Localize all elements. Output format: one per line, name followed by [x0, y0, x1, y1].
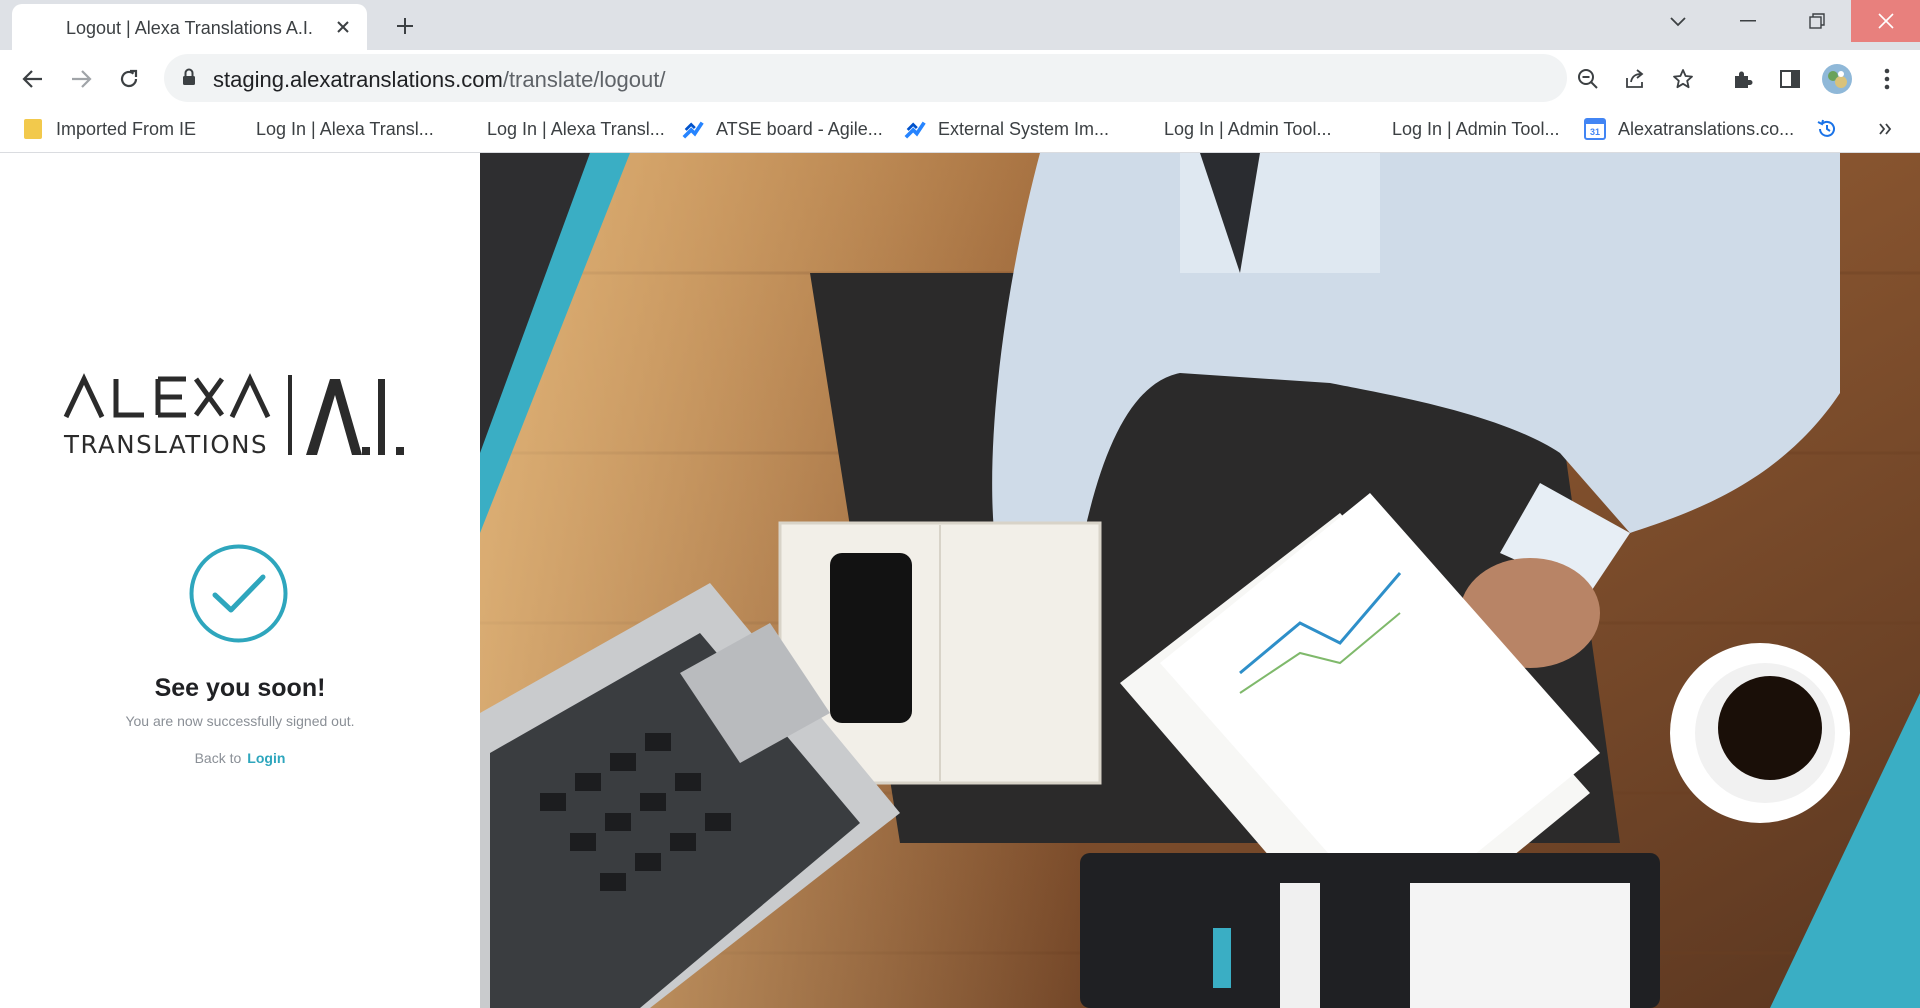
login-link[interactable]: Login — [247, 750, 285, 766]
back-to-login-line: Back to Login — [0, 750, 480, 766]
extensions-icon[interactable] — [1726, 62, 1760, 96]
bookmark-label: Log In | Alexa Transl... — [256, 118, 434, 139]
logout-heading: See you soon! — [154, 674, 326, 702]
bookmark-imported-from-ie[interactable]: Imported From IE — [22, 114, 196, 144]
bookmark-star-icon[interactable] — [1668, 64, 1698, 94]
bookmark-label: External System Im... — [938, 118, 1110, 139]
tab-search-chevron-icon[interactable] — [1658, 8, 1698, 36]
address-bar[interactable]: staging.alexatranslations.com/translate/… — [164, 54, 1693, 102]
bookmark-login-alexa-1[interactable]: Log In | Alexa Transl... — [256, 114, 434, 144]
history-icon[interactable] — [1816, 114, 1838, 144]
bookmarks-overflow-icon[interactable] — [1878, 114, 1892, 144]
url-host: staging.alexatranslations.com — [213, 67, 503, 92]
zoom-out-icon[interactable] — [1573, 64, 1603, 94]
share-icon[interactable] — [1620, 64, 1650, 94]
tab-title: Logout | Alexa Translations A.I. — [66, 18, 313, 38]
minimize-icon[interactable] — [1713, 0, 1782, 42]
bookmark-login-alexa-2[interactable]: Log In | Alexa Transl... — [487, 114, 665, 144]
more-menu-icon[interactable] — [1870, 62, 1904, 96]
bookmark-admin-tool-1[interactable]: Log In | Admin Tool... — [1164, 114, 1331, 144]
bookmark-label: ATSE board - Agile... — [716, 118, 883, 139]
bookmark-atse-board[interactable]: ATSE board - Agile... — [682, 114, 883, 144]
side-panel-icon[interactable] — [1773, 62, 1807, 96]
svg-text:31: 31 — [1590, 127, 1600, 137]
forward-arrow-icon[interactable] — [64, 62, 98, 96]
bookmark-alexatranslations-calendar[interactable]: 31 Alexatranslations.co... — [1584, 114, 1794, 144]
back-arrow-icon[interactable] — [16, 62, 50, 96]
back-to-text: Back to — [194, 750, 242, 766]
restore-icon[interactable] — [1782, 0, 1851, 42]
bookmark-external-system[interactable]: External System Im... — [904, 114, 1109, 144]
browser-tab-strip: Logout | Alexa Translations A.I. — [0, 0, 1920, 50]
url-text[interactable]: staging.alexatranslations.com/translate/… — [213, 67, 666, 93]
bookmark-label: Log In | Admin Tool... — [1164, 118, 1332, 139]
logo-subtext: TRANSLATIONS — [63, 430, 268, 459]
page-content: TRANSLATIONS See you soon! You are now s… — [0, 153, 1920, 1008]
logout-panel: TRANSLATIONS See you soon! You are now s… — [0, 153, 480, 1008]
jira-icon — [682, 118, 704, 140]
bookmarks-bar: Imported From IE Log In | Alexa Transl..… — [0, 106, 1920, 153]
bookmark-label: Log In | Admin Tool... — [1392, 118, 1560, 139]
window-close-icon[interactable] — [1851, 0, 1920, 42]
browser-tab-active[interactable]: Logout | Alexa Translations A.I. — [12, 4, 367, 50]
lock-icon[interactable] — [182, 68, 196, 91]
reload-icon[interactable] — [112, 62, 146, 96]
profile-avatar[interactable] — [1820, 62, 1854, 96]
alexa-translations-logo: TRANSLATIONS — [62, 373, 422, 468]
bookmark-label: Imported From IE — [56, 118, 197, 139]
bookmark-label: Log In | Alexa Transl... — [487, 118, 665, 139]
new-tab-icon[interactable] — [390, 12, 420, 40]
hero-desk-photo — [480, 153, 1920, 1008]
url-path: /translate/logout/ — [502, 67, 666, 92]
bookmark-admin-tool-2[interactable]: Log In | Admin Tool... — [1392, 114, 1559, 144]
bookmark-label: Alexatranslations.co... — [1618, 118, 1795, 139]
logout-message: You are now successfully signed out. — [125, 713, 355, 729]
calendar-icon: 31 — [1584, 118, 1606, 140]
folder-icon — [22, 118, 44, 140]
browser-toolbar: staging.alexatranslations.com/translate/… — [0, 50, 1920, 106]
jira-icon — [904, 118, 926, 140]
tab-close-icon[interactable] — [332, 16, 354, 38]
success-check-icon — [189, 544, 288, 643]
